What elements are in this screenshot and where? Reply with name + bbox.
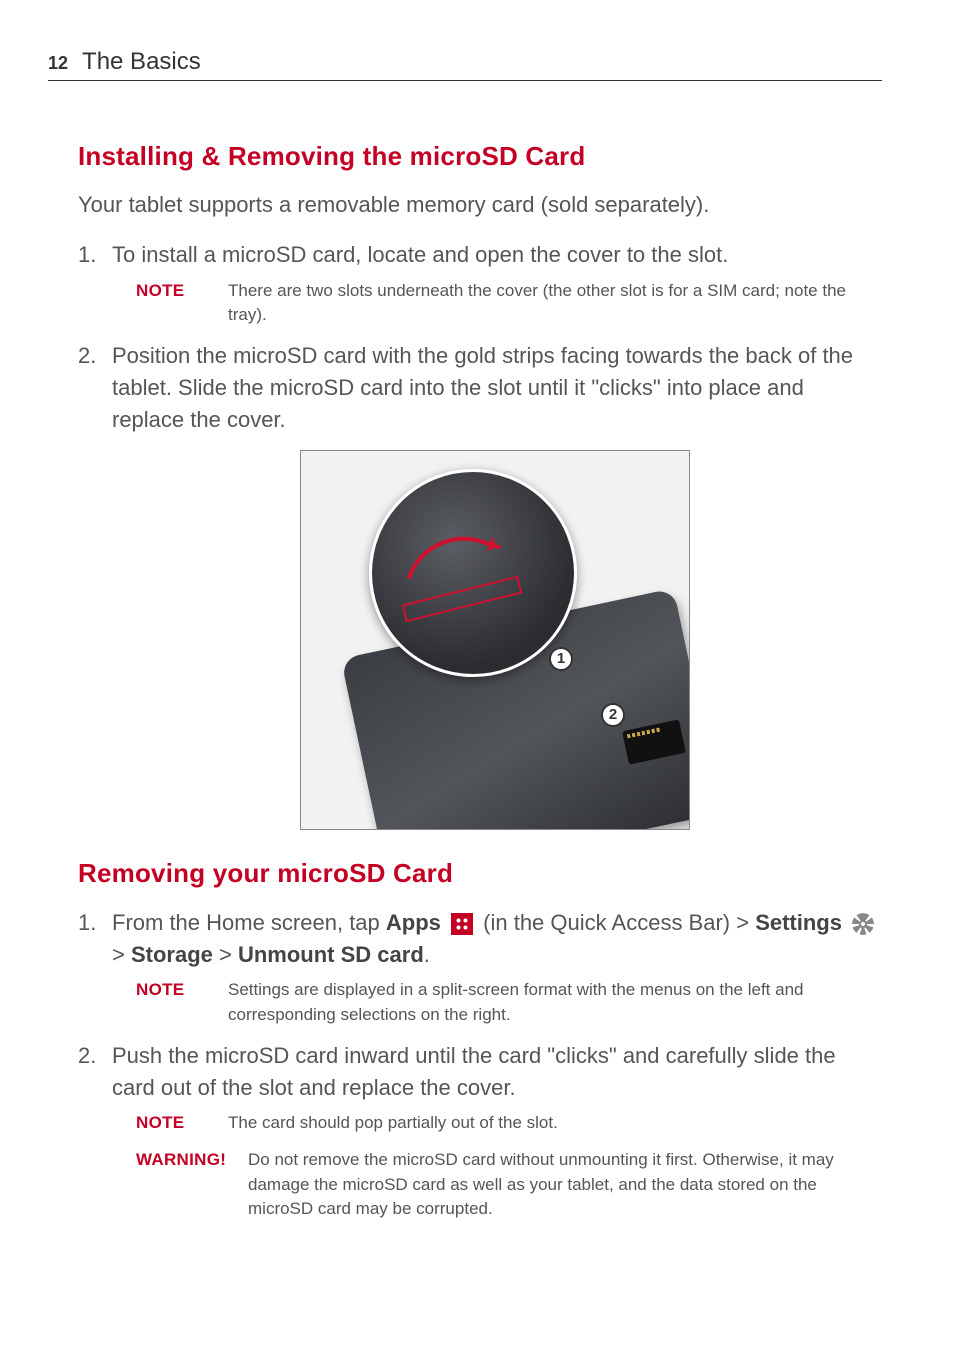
remove-step-1: From the Home screen, tap Apps (in the Q… (78, 907, 882, 1028)
install-step-2: Position the microSD card with the gold … (78, 340, 882, 436)
note-row: NOTE The card should pop partially out o… (136, 1111, 882, 1136)
note-label: NOTE (136, 279, 208, 328)
header-title: The Basics (82, 48, 201, 76)
step-text: Push the microSD card inward until the c… (112, 1043, 836, 1100)
unmount-label: Unmount SD card (238, 942, 424, 967)
apps-label: Apps (386, 910, 441, 935)
section-heading-install: Installing & Removing the microSD Card (78, 141, 882, 172)
step-text-post2: > (213, 942, 238, 967)
zoom-inset-circle (369, 469, 577, 677)
step-text-end: . (424, 942, 430, 967)
note-text: There are two slots underneath the cover… (228, 279, 882, 328)
callout-2: 2 (601, 703, 625, 727)
note-label: NOTE (136, 978, 208, 1027)
note-text: Settings are displayed in a split-screen… (228, 978, 882, 1027)
callout-1: 1 (549, 647, 573, 671)
note-text: The card should pop partially out of the… (228, 1111, 882, 1136)
storage-label: Storage (131, 942, 213, 967)
lead-paragraph: Your tablet supports a removable memory … (78, 190, 882, 221)
note-row: NOTE Settings are displayed in a split-s… (136, 978, 882, 1027)
step-text-pre: From the Home screen, tap (112, 910, 386, 935)
remove-step-2: Push the microSD card inward until the c… (78, 1040, 882, 1222)
page-number: 12 (48, 53, 68, 74)
install-steps: To install a microSD card, locate and op… (78, 239, 882, 436)
warning-text: Do not remove the microSD card without u… (248, 1148, 882, 1222)
page-content: Installing & Removing the microSD Card Y… (48, 141, 882, 1222)
page-header: 12 The Basics (48, 48, 882, 81)
remove-steps: From the Home screen, tap Apps (in the Q… (78, 907, 882, 1222)
settings-gear-icon (852, 913, 874, 935)
microsd-install-figure: 1 2 (300, 450, 690, 830)
figure-container: 1 2 (108, 450, 882, 830)
step-text: To install a microSD card, locate and op… (112, 242, 728, 267)
note-label: NOTE (136, 1111, 208, 1136)
section-heading-remove: Removing your microSD Card (78, 858, 882, 889)
step-text: Position the microSD card with the gold … (112, 343, 853, 432)
note-row: NOTE There are two slots underneath the … (136, 279, 882, 328)
step-text-post1: > (112, 942, 131, 967)
install-step-1: To install a microSD card, locate and op… (78, 239, 882, 328)
warning-label: WARNING! (136, 1148, 228, 1222)
settings-label: Settings (755, 910, 842, 935)
step-text-mid: (in the Quick Access Bar) > (483, 910, 755, 935)
apps-icon (451, 913, 473, 935)
warning-row: WARNING! Do not remove the microSD card … (136, 1148, 882, 1222)
